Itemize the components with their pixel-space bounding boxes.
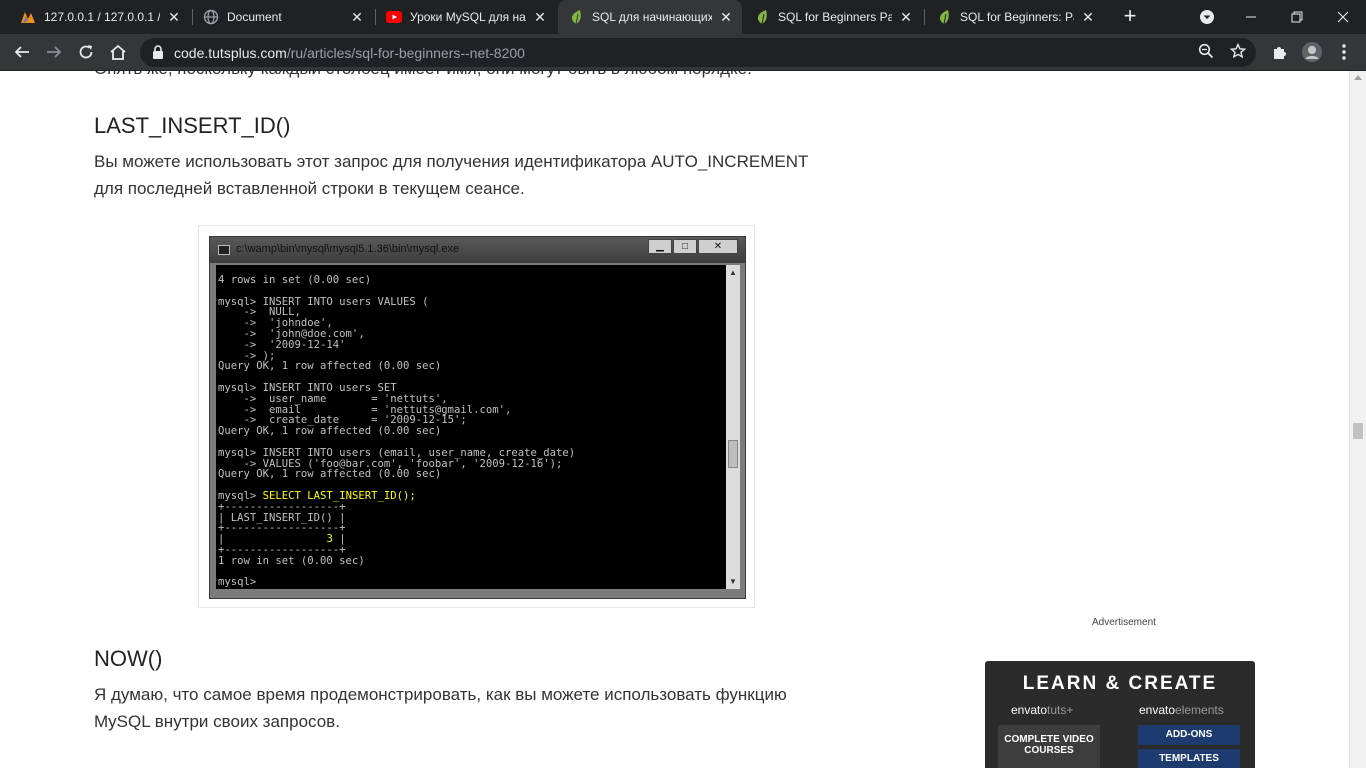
console-footer: 1 row in set (0.00 sec) — [218, 554, 365, 567]
console-output: 4 rows in set (0.00 sec) mysql> INSERT I… — [218, 274, 576, 481]
console-minimize-icon: ▁ — [648, 239, 672, 254]
back-arrow-icon — [14, 46, 29, 58]
close-tab-icon[interactable]: ✕ — [349, 9, 365, 25]
console-scroll-thumb — [728, 440, 738, 468]
close-tab-icon[interactable]: ✕ — [898, 9, 914, 25]
tab-search-button[interactable] — [1184, 0, 1230, 34]
section-heading-now: NOW() — [94, 646, 163, 671]
close-icon — [1337, 11, 1349, 23]
ad-brand-tuts: envatotuts+ — [1011, 703, 1074, 717]
console-last-prompt: mysql> — [218, 576, 257, 589]
console-titlebar: c:\wamp\bin\mysql\mysql5.1.36\bin\mysql.… — [210, 237, 745, 263]
section-heading-last-insert-id: LAST_INSERT_ID() — [94, 113, 291, 138]
extensions-button[interactable] — [1268, 40, 1292, 64]
tab-youtube[interactable]: Уроки MySQL для нач ✕ — [376, 0, 556, 34]
page-scrollbar[interactable] — [1349, 71, 1366, 768]
forward-arrow-icon — [47, 46, 62, 58]
minimize-icon — [1246, 16, 1256, 18]
address-bar[interactable]: code.tutsplus.com/ru/articles/sql-for-be… — [140, 38, 1256, 67]
zoom-icon[interactable] — [1196, 43, 1216, 63]
tab-sql-active[interactable]: SQL для начинающих ✕ — [558, 0, 742, 34]
console-app-icon — [218, 245, 230, 255]
console-screen: 4 rows in set (0.00 sec) mysql> INSERT I… — [216, 265, 726, 589]
close-tab-icon[interactable]: ✕ — [166, 9, 182, 25]
ad-brand-elements: envatoelements — [1139, 703, 1224, 717]
tab-phpmyadmin[interactable]: 127.0.0.1 / 127.0.0.1 / l ✕ — [10, 0, 190, 34]
web-page: Опять же, поскольку каждый столбец имеет… — [0, 71, 1349, 768]
url-path: /ru/articles/sql-for-beginners--net-8200 — [286, 45, 525, 61]
forward-button[interactable] — [42, 40, 66, 64]
home-button[interactable] — [106, 40, 130, 64]
section-paragraph: Я думаю, что самое время продемонстриров… — [94, 685, 787, 731]
scroll-up-icon: ▲ — [729, 268, 737, 277]
ad-box-templates: TEMPLATES — [1138, 749, 1240, 768]
ad-headline: LEARN & CREATE — [1022, 673, 1218, 694]
bookmark-star-icon[interactable] — [1228, 42, 1248, 63]
console-title: c:\wamp\bin\mysql\mysql5.1.36\bin\mysql.… — [236, 243, 460, 255]
tab-sql-part2[interactable]: SQL for Beginners: Pa ✕ — [926, 0, 1104, 34]
close-tab-icon[interactable]: ✕ — [1080, 9, 1096, 25]
close-tab-icon[interactable]: ✕ — [532, 9, 548, 25]
menu-button[interactable] — [1332, 40, 1356, 64]
close-window-button[interactable] — [1320, 0, 1366, 34]
profile-avatar[interactable] — [1300, 40, 1324, 64]
leaf-icon — [936, 9, 952, 25]
more-vertical-icon — [1342, 44, 1346, 60]
tab-sql-part[interactable]: SQL for Beginners Part ✕ — [744, 0, 922, 34]
avatar-icon — [1302, 42, 1322, 62]
home-icon — [110, 44, 126, 60]
section-paragraph: Вы можете использовать этот запрос для п… — [94, 152, 809, 198]
globe-icon — [203, 9, 219, 25]
ad-box-addons: ADD-ONS — [1138, 725, 1240, 745]
minimize-button[interactable] — [1228, 0, 1274, 34]
leaf-icon — [568, 9, 584, 25]
console-screenshot: c:\wamp\bin\mysql\mysql5.1.36\bin\mysql.… — [209, 236, 746, 599]
leaf-icon — [754, 9, 770, 25]
partial-paragraph: Опять же, поскольку каждый столбец имеет… — [94, 71, 752, 79]
console-close-icon: ✕ — [698, 239, 738, 254]
lock-icon — [152, 45, 166, 60]
tab-document[interactable]: Document ✕ — [193, 0, 373, 34]
console-maximize-icon: □ — [673, 239, 697, 254]
scrollbar-thumb[interactable] — [1353, 423, 1363, 439]
chevron-down-icon — [1200, 10, 1214, 24]
console-scrollbar: ▲ ▼ — [726, 265, 740, 589]
restore-icon — [1291, 11, 1303, 23]
browser-toolbar: code.tutsplus.com/ru/articles/sql-for-be… — [0, 34, 1366, 71]
youtube-icon — [386, 9, 402, 25]
reload-icon — [79, 45, 93, 59]
puzzle-icon — [1274, 47, 1286, 59]
ad-box-courses: COMPLETE VIDEO COURSES — [998, 725, 1100, 768]
scroll-up-icon[interactable] — [1354, 75, 1362, 80]
envato-advertisement[interactable]: LEARN & CREATE envatotuts+ envatoelement… — [985, 661, 1255, 768]
scroll-down-icon: ▼ — [729, 577, 737, 586]
restore-button[interactable] — [1274, 0, 1320, 34]
phpmyadmin-icon — [20, 9, 36, 25]
new-tab-button[interactable]: + — [1118, 5, 1142, 29]
back-button[interactable] — [10, 40, 34, 64]
url-host: code.tutsplus.com — [174, 45, 287, 61]
close-tab-icon[interactable]: ✕ — [718, 9, 734, 25]
tab-separator — [924, 9, 925, 25]
article-figure: c:\wamp\bin\mysql\mysql5.1.36\bin\mysql.… — [198, 225, 755, 608]
tab-strip: 127.0.0.1 / 127.0.0.1 / l ✕ Document ✕ У… — [0, 0, 1366, 34]
advertisement-label: Advertisement — [1092, 617, 1156, 628]
reload-button[interactable] — [74, 40, 98, 64]
